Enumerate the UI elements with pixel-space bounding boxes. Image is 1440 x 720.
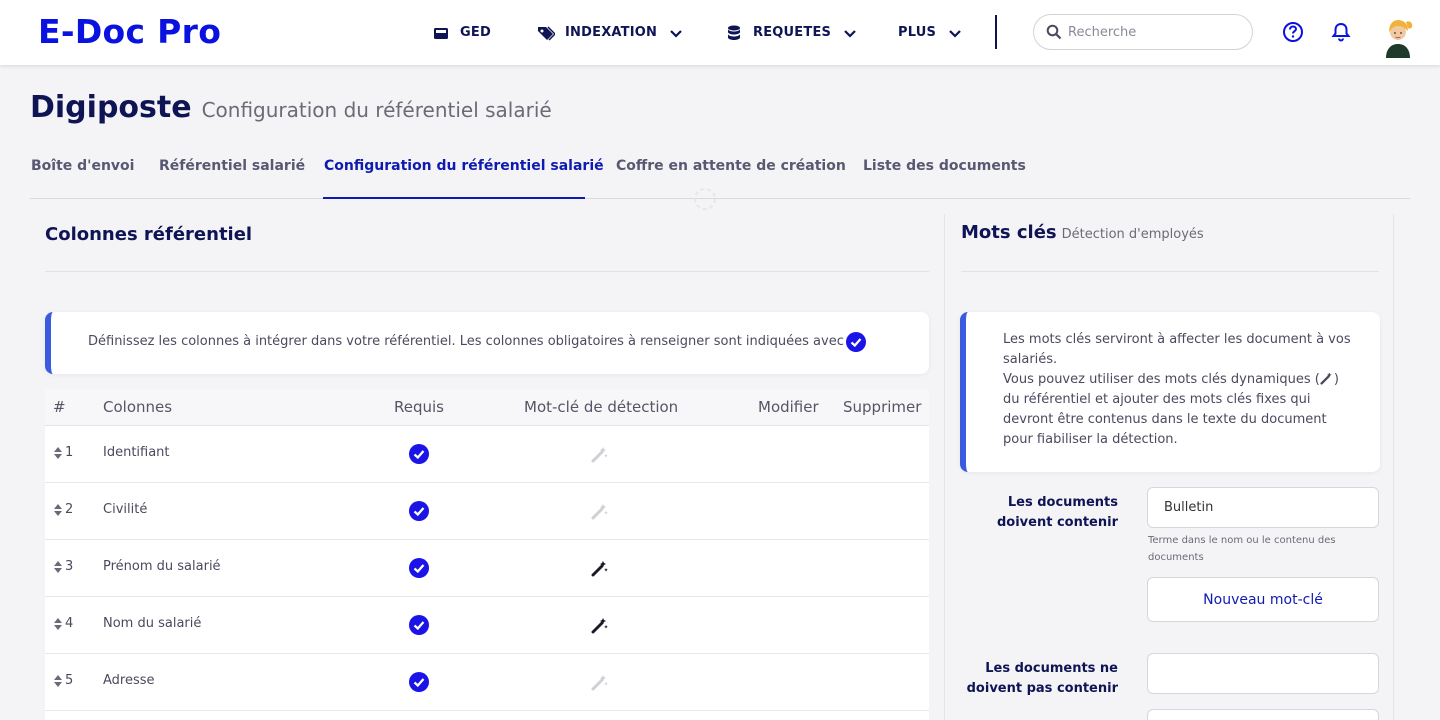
sort-icon[interactable] — [54, 504, 62, 516]
nav-plus[interactable]: PLUS — [898, 0, 962, 65]
sort-icon[interactable] — [54, 618, 62, 630]
magic-wand-icon[interactable] — [591, 502, 609, 520]
must-not-contain-input[interactable] — [1147, 653, 1379, 694]
nav-plus-label: PLUS — [898, 25, 937, 40]
keywords-header: Mots clés Détection d'employés — [961, 222, 1204, 243]
magic-wand-icon — [1320, 372, 1332, 385]
row-number: 1 — [65, 445, 74, 460]
must-contain-label: Les documents doivent contenir — [996, 495, 1118, 530]
magic-wand-icon[interactable] — [591, 445, 609, 463]
col-header-num: # — [53, 398, 66, 416]
table-row: 2 Civilité — [45, 483, 929, 540]
columns-table: # Colonnes Requis Mot-clé de détection M… — [45, 389, 929, 720]
tab-boite-envoi[interactable]: Boîte d'envoi — [31, 148, 134, 199]
must-contain-hint: Terme dans le nom ou le contenu des docu… — [1148, 535, 1336, 563]
keywords-info-line2a: Vous pouvez utiliser des mots clés dynam… — [1003, 372, 1320, 387]
row-column-name: Prénom du salarié — [103, 559, 221, 574]
nav-ged[interactable]: GED — [432, 0, 491, 65]
loading-spinner-icon — [694, 188, 716, 210]
magic-wand-icon[interactable] — [591, 559, 609, 577]
col-header-name: Colonnes — [103, 398, 173, 416]
keywords-title: Mots clés — [961, 222, 1057, 243]
table-row: 4 Nom du salarié — [45, 597, 929, 654]
nav-requetes[interactable]: REQUETES — [725, 0, 857, 65]
columns-info-text: Définissez les colonnes à intégrer dans … — [88, 334, 844, 349]
next-field-partial[interactable] — [1147, 709, 1379, 720]
chevron-down-icon — [949, 29, 961, 38]
col-header-delete: Supprimer — [843, 398, 922, 416]
must-not-contain-label: Les documents ne doivent pas contenir — [966, 661, 1118, 696]
nav-divider — [995, 15, 997, 49]
database-icon — [728, 25, 740, 40]
keywords-info-line1: Les mots clés serviront à affecter les d… — [1003, 332, 1351, 367]
check-circle-icon — [409, 558, 429, 578]
page-title: Digiposte — [30, 90, 192, 125]
folder-icon — [434, 27, 448, 39]
new-keyword-button[interactable]: Nouveau mot-clé — [1147, 577, 1379, 622]
table-row: 3 Prénom du salarié — [45, 540, 929, 597]
page-subtitle: Configuration du référentiel salarié — [201, 98, 552, 122]
keywords-panel: Mots clés Détection d'employés Les mots … — [944, 214, 1394, 720]
brand-logo[interactable]: E-Doc Pro — [38, 12, 221, 51]
tags-icon — [538, 25, 555, 41]
row-column-name: Nom du salarié — [103, 616, 202, 631]
col-header-edit: Modifier — [758, 398, 819, 416]
search-box[interactable] — [1033, 14, 1253, 50]
nav-indexation[interactable]: INDEXATION — [537, 0, 683, 65]
columns-info-box: Définissez les colonnes à intégrer dans … — [45, 312, 929, 374]
chevron-down-icon — [670, 29, 682, 38]
avatar[interactable] — [1379, 12, 1417, 58]
referentiel-columns-panel: Colonnes référentiel Définissez les colo… — [30, 214, 944, 720]
row-number: 5 — [65, 673, 74, 688]
tab-coffre-attente[interactable]: Coffre en attente de création — [616, 148, 846, 199]
check-circle-icon — [409, 672, 429, 692]
search-input[interactable] — [1068, 24, 1238, 40]
tab-referentiel-salarie[interactable]: Référentiel salarié — [159, 148, 305, 199]
sort-icon[interactable] — [54, 561, 62, 573]
table-row — [45, 711, 929, 720]
row-number: 2 — [65, 502, 74, 517]
table-row: 1 Identifiant — [45, 426, 929, 483]
magic-wand-icon[interactable] — [591, 673, 609, 691]
tab-bar: Boîte d'envoi Référentiel salarié Config… — [30, 148, 1410, 199]
page-header: Digiposte Configuration du référentiel s… — [30, 90, 552, 125]
table-header: # Colonnes Requis Mot-clé de détection M… — [45, 389, 929, 426]
row-column-name: Civilité — [103, 502, 148, 517]
tab-configuration-referentiel[interactable]: Configuration du référentiel salarié — [323, 148, 604, 199]
magic-wand-icon[interactable] — [591, 616, 609, 634]
tab-liste-documents[interactable]: Liste des documents — [863, 148, 1026, 199]
keywords-info-box: Les mots clés serviront à affecter les d… — [960, 312, 1380, 472]
check-circle-icon — [409, 615, 429, 635]
col-header-required: Requis — [394, 398, 444, 416]
col-header-keyword: Mot-clé de détection — [524, 398, 679, 416]
question-circle-icon[interactable] — [1282, 21, 1304, 43]
table-row: 5 Adresse — [45, 654, 929, 711]
nav-indexation-label: INDEXATION — [565, 25, 658, 40]
check-circle-icon — [409, 444, 429, 464]
row-column-name: Identifiant — [103, 445, 170, 460]
check-circle-icon — [845, 332, 866, 352]
nav-ged-label: GED — [460, 25, 491, 40]
bell-icon[interactable] — [1330, 21, 1352, 43]
row-number: 4 — [65, 616, 74, 631]
search-icon — [1046, 24, 1062, 40]
section-divider — [961, 271, 1379, 272]
sort-icon[interactable] — [54, 675, 62, 687]
top-navbar: E-Doc Pro GED INDEXATION REQUETES PLUS — [0, 0, 1440, 65]
chevron-down-icon — [844, 29, 856, 38]
row-number: 3 — [65, 559, 74, 574]
sort-icon[interactable] — [54, 447, 62, 459]
section-divider — [45, 271, 929, 272]
check-circle-icon — [409, 501, 429, 521]
columns-section-title: Colonnes référentiel — [45, 224, 253, 245]
row-column-name: Adresse — [103, 673, 155, 688]
nav-requetes-label: REQUETES — [753, 25, 832, 40]
keywords-subtitle: Détection d'employés — [1061, 227, 1204, 242]
must-contain-input[interactable] — [1147, 487, 1379, 528]
